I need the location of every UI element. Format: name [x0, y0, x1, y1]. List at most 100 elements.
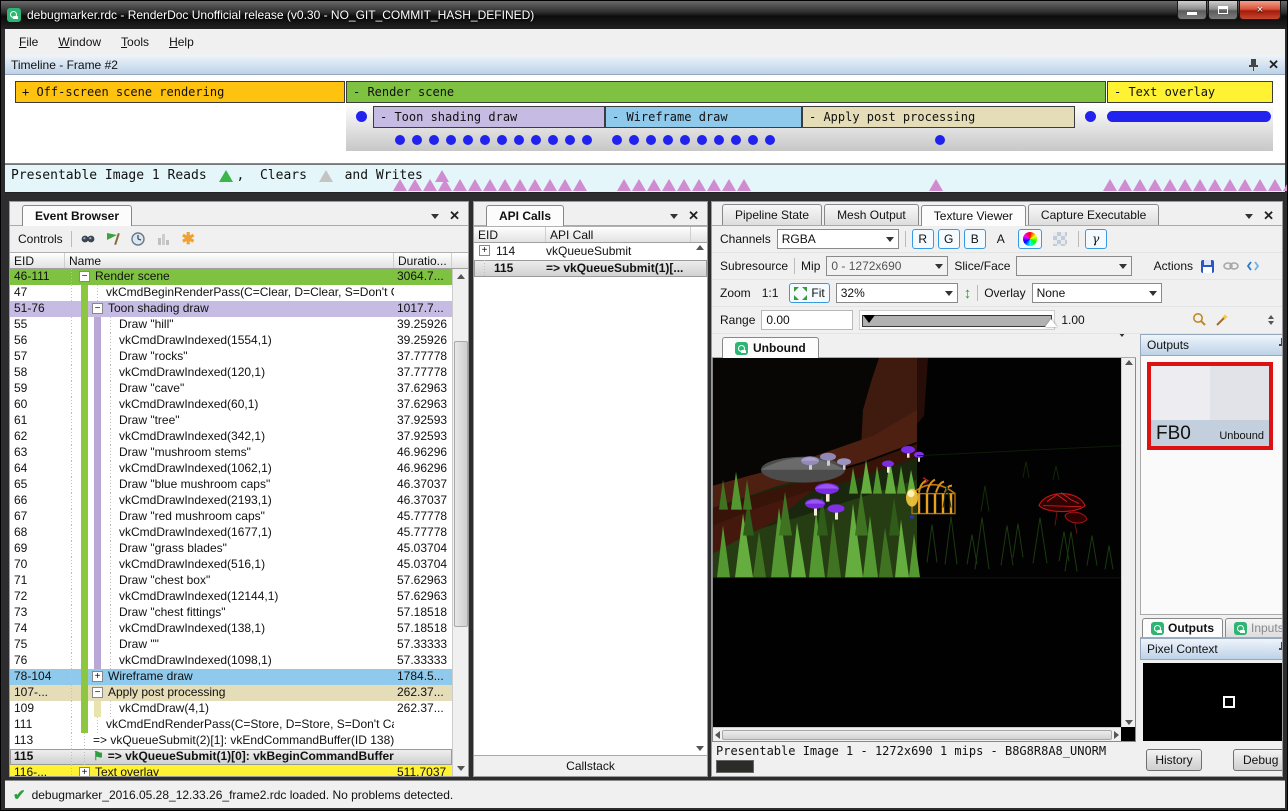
event-row[interactable]: 71Draw "chest box"57.62963	[10, 573, 452, 589]
expander-icon[interactable]: +	[479, 245, 490, 256]
event-dot[interactable]	[1085, 111, 1096, 122]
texture-list-dropdown-icon[interactable]	[1118, 334, 1126, 351]
event-row[interactable]: 109vkCmdDraw(4,1)262.37...	[10, 701, 452, 717]
event-row[interactable]: 113=> vkQueueSubmit(2)[1]: vkEndCommandB…	[10, 733, 452, 749]
close-icon[interactable]: ✕	[688, 211, 699, 221]
close-icon[interactable]: ✕	[449, 211, 460, 221]
debug-button[interactable]: Debug	[1233, 749, 1282, 771]
pin-icon[interactable]	[1249, 58, 1258, 71]
timeline-bar-postproc[interactable]: - Apply post processing	[802, 106, 1075, 128]
tab-inputs[interactable]: Inputs	[1225, 618, 1282, 637]
zoom-1to1-button[interactable]: 1:1	[757, 283, 784, 303]
event-table-header[interactable]: EID Name Duratio...	[10, 252, 468, 269]
timeline-header[interactable]: Timeline - Frame #2 ✕	[5, 55, 1285, 75]
event-row[interactable]: 74vkCmdDrawIndexed(138,1)57.18518	[10, 621, 452, 637]
pixel-context-header[interactable]: Pixel Context	[1140, 638, 1282, 660]
tab-outputs[interactable]: Outputs	[1142, 618, 1223, 637]
event-row[interactable]: 75Draw ""57.33333	[10, 637, 452, 653]
tab-unbound-texture[interactable]: Unbound	[722, 337, 819, 358]
event-row[interactable]: 115⚑=> vkQueueSubmit(1)[0]: vkBeginComma…	[10, 749, 452, 765]
save-icon[interactable]	[1199, 258, 1216, 275]
expander-icon[interactable]: −	[92, 303, 103, 314]
pin-icon[interactable]	[1279, 337, 1282, 350]
event-row[interactable]: 59Draw "cave"37.62963	[10, 381, 452, 397]
tab-pipeline-state[interactable]: Pipeline State	[722, 204, 822, 225]
texture-horizontal-scrollbar[interactable]	[713, 727, 1121, 741]
timeline-bar-wireframe[interactable]: - Wireframe draw	[605, 106, 802, 128]
event-row[interactable]: 111vkCmdEndRenderPass(C=Store, D=Store, …	[10, 717, 452, 733]
texture-vertical-scrollbar[interactable]	[1121, 358, 1135, 727]
event-row[interactable]: 67Draw "red mushroom caps"45.77778	[10, 509, 452, 525]
tab-texture-viewer[interactable]: Texture Viewer	[921, 205, 1026, 226]
event-row[interactable]: 69Draw "grass blades"45.03704	[10, 541, 452, 557]
range-slider[interactable]	[859, 310, 1055, 330]
event-scrollbar[interactable]	[452, 269, 468, 776]
channels-combo[interactable]: RGBA	[777, 229, 899, 249]
time-draws-icon[interactable]	[130, 231, 147, 248]
zoom-range-icon[interactable]	[1190, 312, 1207, 329]
expander-icon[interactable]: −	[79, 271, 90, 282]
menu-help[interactable]: Help	[159, 31, 204, 53]
range-white-handle[interactable]	[1045, 319, 1057, 327]
scroll-down-icon[interactable]	[696, 746, 704, 751]
panel-menu-icon[interactable]	[1245, 214, 1253, 219]
dots-wireframe[interactable]	[612, 135, 775, 145]
timeline-body[interactable]: + Off-screen scene rendering - Render sc…	[5, 75, 1285, 164]
dots-toon[interactable]	[395, 135, 592, 145]
gamma-button[interactable]: γ	[1085, 229, 1107, 249]
panel-menu-icon[interactable]	[431, 214, 439, 219]
channel-g-button[interactable]: G	[938, 229, 960, 249]
event-row[interactable]: 58vkCmdDrawIndexed(120,1)37.77778	[10, 365, 452, 381]
minimize-button[interactable]	[1177, 1, 1207, 20]
colorwheel-button[interactable]	[1018, 229, 1042, 249]
overlay-combo[interactable]: None	[1032, 283, 1162, 303]
autofit-wand-icon[interactable]	[1213, 312, 1230, 329]
fit-button[interactable]: Fit	[789, 283, 829, 303]
event-row[interactable]: 70vkCmdDrawIndexed(516,1)45.03704	[10, 557, 452, 573]
panel-menu-icon[interactable]	[670, 214, 678, 219]
event-row[interactable]: 107-...−Apply post processing262.37...	[10, 685, 452, 701]
api-row[interactable]: 115=> vkQueueSubmit(1)[...	[474, 260, 707, 277]
event-row[interactable]: 51-76−Toon shading draw1017.7...	[10, 301, 452, 317]
event-row[interactable]: 61Draw "tree"37.92593	[10, 413, 452, 429]
event-dot-strip[interactable]	[1107, 111, 1271, 122]
event-row[interactable]: 76vkCmdDrawIndexed(1098,1)57.33333	[10, 653, 452, 669]
bookmark-icon[interactable]: ✱	[180, 231, 197, 248]
event-row[interactable]: 66vkCmdDrawIndexed(2193,1)46.37037	[10, 493, 452, 509]
event-row[interactable]: 68vkCmdDrawIndexed(1677,1)45.77778	[10, 525, 452, 541]
timeline-bar-render-scene[interactable]: - Render scene	[346, 81, 1106, 103]
range-min-field[interactable]: 0.00	[761, 310, 853, 330]
event-row[interactable]: 72vkCmdDrawIndexed(12144,1)57.62963	[10, 589, 452, 605]
mip-combo[interactable]: 0 - 1272x690	[826, 256, 948, 276]
pin-icon[interactable]	[1279, 641, 1282, 654]
find-icon[interactable]	[80, 231, 97, 248]
toolbar-overflow-icon[interactable]	[1268, 315, 1274, 325]
event-row[interactable]: 63Draw "mushroom stems"46.96296	[10, 445, 452, 461]
texture-image[interactable]	[713, 358, 1121, 727]
menu-file[interactable]: File	[9, 31, 48, 53]
zoom-combo[interactable]: 32%	[836, 283, 958, 303]
event-row[interactable]: 116-...+Text overlay511.7037	[10, 765, 452, 776]
history-button[interactable]: History	[1146, 749, 1202, 771]
outputs-header[interactable]: Outputs	[1140, 334, 1282, 356]
channel-b-button[interactable]: B	[964, 229, 986, 249]
texture-image-area[interactable]	[712, 358, 1136, 742]
scroll-up-icon[interactable]	[696, 245, 704, 250]
event-row[interactable]: 60vkCmdDrawIndexed(60,1)37.62963	[10, 397, 452, 413]
pixel-context-view[interactable]	[1143, 663, 1282, 741]
event-row[interactable]: 56vkCmdDrawIndexed(1554,1)39.25926	[10, 333, 452, 349]
event-row[interactable]: 65Draw "blue mushroom caps"46.37037	[10, 477, 452, 493]
timeline-bar-offscreen[interactable]: + Off-screen scene rendering	[15, 81, 345, 103]
expander-icon[interactable]: −	[92, 687, 103, 698]
event-row[interactable]: 46-111−Render scene3064.7...	[10, 269, 452, 285]
event-row[interactable]: 47vkCmdBeginRenderPass(C=Clear, D=Clear,…	[10, 285, 452, 301]
tab-capture-executable[interactable]: Capture Executable	[1028, 204, 1159, 225]
channel-r-button[interactable]: R	[912, 229, 934, 249]
event-row[interactable]: 62vkCmdDrawIndexed(342,1)37.92593	[10, 429, 452, 445]
tab-mesh-output[interactable]: Mesh Output	[824, 204, 919, 225]
api-table-header[interactable]: EID API Call	[474, 226, 707, 243]
flip-y-icon[interactable]: ↕	[964, 285, 972, 302]
expander-icon[interactable]: +	[79, 767, 90, 776]
range-black-handle[interactable]	[863, 315, 875, 323]
dots-post[interactable]	[935, 135, 945, 145]
